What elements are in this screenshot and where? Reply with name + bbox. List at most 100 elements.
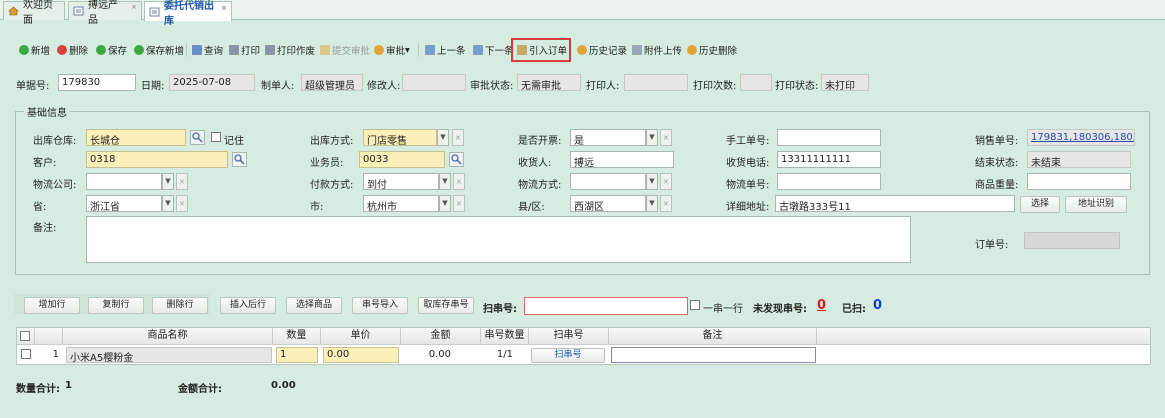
- check-icon: [134, 45, 144, 55]
- receiver-label: 收货人:: [518, 158, 552, 169]
- ship-method-select[interactable]: [570, 173, 646, 190]
- out-method-select[interactable]: 门店零售: [363, 129, 437, 146]
- tracking-no-field[interactable]: [777, 173, 881, 190]
- clear-icon[interactable]: ×: [453, 195, 465, 212]
- salesman-field[interactable]: 0033: [359, 151, 445, 168]
- history-delete-button[interactable]: 历史删除: [687, 43, 737, 57]
- address-recognize-button[interactable]: 地址识别: [1065, 196, 1127, 213]
- search-icon[interactable]: [232, 152, 247, 167]
- weight-field[interactable]: [1027, 173, 1131, 190]
- delete-button[interactable]: 删除: [57, 43, 88, 57]
- goods-name-cell[interactable]: 小米A5樱粉金: [66, 347, 272, 363]
- amount-total-label: 金额合计:: [178, 384, 222, 395]
- scanned-label: 已扫:: [842, 304, 866, 315]
- date-field[interactable]: 2025-07-08: [169, 74, 255, 91]
- add-row-button[interactable]: 增加行: [24, 297, 80, 314]
- tab-products[interactable]: 搏远产品 ×: [68, 0, 142, 26]
- receiver-field[interactable]: 搏远: [570, 151, 674, 168]
- customer-field[interactable]: 0318: [86, 151, 228, 168]
- remark-textarea[interactable]: [86, 216, 911, 263]
- invoice-select[interactable]: 是: [570, 129, 646, 146]
- home-icon: [8, 6, 19, 16]
- scan-input[interactable]: [524, 297, 688, 315]
- chevron-down-icon[interactable]: ▼: [646, 195, 658, 212]
- province-select[interactable]: 浙江省: [86, 195, 162, 212]
- sales-no-link[interactable]: 179831,180306,180308: [1031, 132, 1134, 143]
- phone-field[interactable]: 13311111111: [777, 151, 881, 168]
- approve-button[interactable]: 审批 ▾: [374, 43, 410, 57]
- price-cell[interactable]: 0.00: [323, 347, 399, 363]
- query-button[interactable]: 查询: [192, 43, 223, 57]
- clear-icon[interactable]: ×: [660, 195, 672, 212]
- search-icon[interactable]: [449, 152, 464, 167]
- city-select[interactable]: 杭州市: [363, 195, 439, 212]
- save-new-button[interactable]: 保存新增: [134, 43, 184, 57]
- district-label: 县/区:: [518, 202, 545, 213]
- chevron-down-icon[interactable]: ▼: [437, 129, 449, 146]
- approve-icon: [374, 45, 384, 55]
- manual-no-field[interactable]: [777, 129, 881, 146]
- tracking-no-label: 物流单号:: [726, 180, 770, 191]
- modifier-label: 修改人:: [367, 81, 401, 92]
- close-icon[interactable]: ×: [131, 3, 137, 11]
- insert-after-button[interactable]: 插入后行: [220, 297, 276, 314]
- delete-label: 删除: [69, 46, 89, 57]
- not-found-count[interactable]: 0: [817, 298, 826, 313]
- out-method-label: 出库方式:: [310, 136, 354, 147]
- clear-icon[interactable]: ×: [176, 195, 188, 212]
- clear-icon[interactable]: ×: [176, 173, 188, 190]
- scan-serial-button[interactable]: 扫串号: [531, 348, 605, 363]
- history-label: 历史记录: [589, 46, 628, 57]
- clear-icon[interactable]: ×: [660, 129, 672, 146]
- logistics-company-select[interactable]: [86, 173, 162, 190]
- search-icon[interactable]: [190, 130, 205, 145]
- one-per-row-checkbox[interactable]: [690, 300, 700, 310]
- chevron-down-icon[interactable]: ▼: [162, 173, 174, 190]
- sales-no-field[interactable]: 179831,180306,180308: [1027, 129, 1135, 146]
- clear-icon[interactable]: ×: [453, 173, 465, 190]
- delete-row-button[interactable]: 删除行: [152, 297, 208, 314]
- fetch-serial-button[interactable]: 取库存串号: [418, 297, 474, 314]
- chevron-down-icon[interactable]: ▼: [646, 173, 658, 190]
- close-icon[interactable]: ×: [221, 4, 227, 12]
- row-no-header: [35, 328, 63, 345]
- tab-consignment-out[interactable]: 委托代销出库 ×: [144, 1, 232, 27]
- new-button[interactable]: 新增: [19, 43, 50, 57]
- basic-info-legend: 基础信息: [24, 104, 70, 119]
- print-void-button[interactable]: 打印作废: [265, 43, 315, 57]
- upload-button[interactable]: 附件上传: [632, 43, 682, 57]
- remember-checkbox[interactable]: [211, 132, 221, 142]
- remark-cell[interactable]: [611, 347, 816, 363]
- clear-icon[interactable]: ×: [660, 173, 672, 190]
- approve-label: 审批: [386, 46, 406, 57]
- district-select[interactable]: 西湖区: [570, 195, 646, 212]
- pay-method-select[interactable]: 到付: [363, 173, 439, 190]
- next-button[interactable]: 下一条: [473, 43, 514, 57]
- qty-cell[interactable]: 1: [276, 347, 318, 363]
- save-button[interactable]: 保存: [96, 43, 127, 57]
- prev-button[interactable]: 上一条: [425, 43, 466, 57]
- copy-row-button[interactable]: 复制行: [88, 297, 144, 314]
- warehouse-field[interactable]: 长城仓: [86, 129, 186, 146]
- modifier-field: [402, 74, 466, 91]
- chevron-down-icon[interactable]: ▼: [439, 195, 451, 212]
- select-all-checkbox[interactable]: [20, 331, 30, 341]
- serial-import-button[interactable]: 串号导入: [352, 297, 408, 314]
- save-label: 保存: [108, 46, 128, 57]
- choose-goods-button[interactable]: 选择商品: [286, 297, 342, 314]
- choose-button[interactable]: 选择: [1020, 196, 1060, 213]
- tab-welcome[interactable]: 欢迎页面: [3, 0, 65, 26]
- submit-approval-button[interactable]: 提交审批: [320, 43, 370, 57]
- print-button[interactable]: 打印: [229, 43, 260, 57]
- clear-icon[interactable]: ×: [452, 129, 464, 146]
- arrow-down-icon: [473, 45, 483, 55]
- sales-no-label: 销售单号:: [975, 136, 1019, 147]
- history-button[interactable]: 历史记录: [577, 43, 627, 57]
- chevron-down-icon[interactable]: ▼: [646, 129, 658, 146]
- logistics-company-label: 物流公司:: [33, 180, 77, 191]
- address-field[interactable]: 古墩路333号11: [775, 195, 1015, 212]
- chevron-down-icon[interactable]: ▼: [162, 195, 174, 212]
- doc-no-field[interactable]: 179830: [58, 74, 136, 91]
- chevron-down-icon[interactable]: ▼: [439, 173, 451, 190]
- row-checkbox[interactable]: [21, 349, 31, 359]
